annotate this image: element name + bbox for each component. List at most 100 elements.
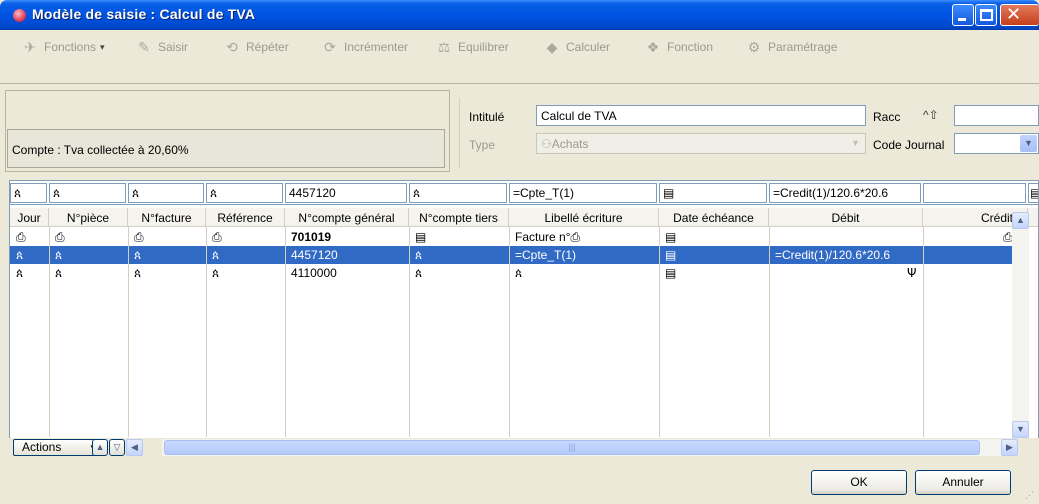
entry-grid: ጰ ጰ ጰ ጰ 4457120 ጰ =Cpte_T(1) ▤ =Credit(1…	[9, 180, 1039, 456]
toolbar-calculer-button[interactable]: ◆ Calculer	[542, 36, 610, 58]
grid-bottom-bar: Actions ▾ ▲ ▽ ◀ ||| ▶	[9, 438, 1039, 456]
column-header-debit[interactable]: Débit	[769, 208, 923, 227]
balance-icon: ⚖	[437, 38, 451, 55]
horizontal-scrollbar[interactable]: ||| ▶	[162, 439, 1018, 456]
calculator-icon: ▤	[415, 230, 427, 244]
toolbar-fonctions-button[interactable]: ✈ Fonctions ▾	[20, 36, 104, 58]
cell-libelle: =Cpte_T(1)	[515, 248, 577, 262]
function-icon: ❖	[646, 38, 660, 55]
close-button[interactable]: ✕	[1000, 4, 1039, 26]
toolbar-parametrage-button[interactable]: ⚙ Paramétrage	[744, 36, 838, 58]
actions-button[interactable]: Actions ▾	[13, 439, 100, 456]
grid-line	[509, 227, 510, 437]
cell-compte-general: 4110000	[291, 266, 337, 280]
chevron-down-icon: ▼	[1020, 135, 1037, 152]
printer-icon: ⎙	[212, 230, 222, 244]
table-row[interactable]: ጰ ጰ ጰ ጰ 4110000 ጰ ጰ ▤ Ψ	[10, 264, 1020, 282]
ok-button[interactable]: OK	[811, 470, 907, 495]
calculator-icon: ▤	[665, 248, 677, 262]
vertical-scrollbar[interactable]: ▲ ▼	[1012, 212, 1029, 438]
scroll-right-icon[interactable]: ▶	[1001, 439, 1018, 456]
type-value: Achats	[551, 137, 589, 151]
column-header-piece[interactable]: N°pièce	[49, 208, 128, 227]
toolbar-label: Fonctions	[44, 40, 97, 54]
maximize-button[interactable]	[975, 4, 997, 26]
compte-display: Compte : Tva collectée à 20,60%	[7, 129, 445, 168]
grid-line	[409, 227, 410, 437]
edit-cell-libelle[interactable]: =Cpte_T(1)	[509, 183, 657, 203]
toolbar-label: Saisir	[158, 40, 189, 54]
people-icon: ጰ	[55, 266, 63, 280]
divider	[459, 98, 460, 168]
column-header-facture[interactable]: N°facture	[128, 208, 206, 227]
edit-cell-compte-tiers[interactable]: ጰ	[409, 183, 507, 203]
column-header-compte-general[interactable]: N°compte général	[285, 208, 409, 227]
calculator-icon: ▤	[1030, 186, 1038, 200]
scroll-down-icon[interactable]: ▼	[1012, 421, 1029, 438]
edit-cell-facture[interactable]: ጰ	[128, 183, 204, 203]
cell-debit: =Credit(1)/120.6*20.6	[775, 248, 891, 262]
people-icon: ጰ	[212, 266, 220, 280]
resize-grip-icon[interactable]: ⋰	[1025, 490, 1034, 501]
people-icon: ጰ	[413, 186, 421, 200]
printer-icon: ⎙	[16, 230, 26, 244]
grid-line	[285, 227, 286, 437]
printer-icon: ⎙	[55, 230, 65, 244]
cancel-button[interactable]: Annuler	[915, 470, 1011, 495]
edit-cell-piece[interactable]: ጰ	[49, 183, 126, 203]
edit-cell-reference[interactable]: ጰ	[206, 183, 283, 203]
column-header-compte-tiers[interactable]: N°compte tiers	[409, 208, 509, 227]
table-row-selected[interactable]: ጰ ጰ ጰ ጰ 4457120 ጰ =Cpte_T(1) ▤ =Credit(1…	[10, 246, 1020, 264]
edit-cell-date[interactable]: ▤	[659, 183, 767, 203]
grid-line	[49, 227, 50, 437]
people-icon: ጰ	[132, 186, 140, 200]
column-header-libelle[interactable]: Libellé écriture	[509, 208, 659, 227]
edit-cell-credit[interactable]	[923, 183, 1026, 203]
toolbar-equilibrer-button[interactable]: ⚖ Equilibrer	[434, 36, 509, 58]
intitule-input[interactable]: Calcul de TVA	[536, 105, 866, 126]
edit-cell-compte-general[interactable]: 4457120	[285, 183, 407, 203]
column-header-jour[interactable]: Jour	[10, 208, 49, 227]
calculator-icon: ▤	[665, 266, 677, 280]
people-icon: ጰ	[16, 266, 24, 280]
toolbar-incrementer-button[interactable]: ⟳ Incrémenter	[320, 36, 408, 58]
scroll-left-icon[interactable]: ◀	[126, 439, 143, 456]
type-select: ⚇Achats ▼	[536, 133, 866, 154]
edit-cell-extra[interactable]: ▤	[1028, 183, 1038, 203]
move-down-button[interactable]: ▽	[109, 439, 125, 456]
maximize-icon	[980, 9, 993, 21]
racc-input[interactable]	[954, 105, 1039, 126]
toolbar: ✈ Fonctions ▾ ✎ Saisir ⟲ Répéter ⟳ Incrémente…	[0, 30, 1039, 84]
people-icon: ጰ	[212, 248, 220, 262]
people-icon: ጰ	[14, 186, 22, 200]
column-header-date[interactable]: Date échéance	[659, 208, 769, 227]
close-icon: ✕	[1006, 4, 1022, 25]
scroll-up-icon[interactable]: ▲	[1012, 212, 1029, 229]
cell-libelle: Facture n°⎙	[515, 230, 581, 244]
intitule-label: Intitulé	[469, 110, 505, 124]
move-up-button[interactable]: ▲	[92, 439, 108, 456]
toolbar-label: Répéter	[246, 40, 289, 54]
app-icon	[13, 9, 26, 22]
column-header-reference[interactable]: Référence	[206, 208, 285, 227]
arrow-down-icon: ▽	[113, 442, 121, 452]
toolbar-fonction-button[interactable]: ❖ Fonction	[643, 36, 713, 58]
toolbar-saisir-button[interactable]: ✎ Saisir	[134, 36, 188, 58]
people-icon: ጰ	[16, 248, 24, 262]
code-journal-select[interactable]: ▼	[954, 133, 1039, 154]
cell-compte-general: 701019	[291, 230, 332, 244]
scroll-thumb[interactable]: |||	[164, 440, 980, 455]
calculator-icon: ▤	[663, 186, 675, 200]
arrow-up-icon: ▲	[95, 442, 105, 452]
type-icon: ⚇	[541, 137, 552, 151]
people-icon: ጰ	[415, 266, 423, 280]
cell-libelle: ጰ	[511, 264, 526, 282]
toolbar-label: Calculer	[566, 40, 611, 54]
table-row[interactable]: ⎙ ⎙ ⎙ ⎙ 701019 ▤ Facture n°⎙ ▤ ⎙	[10, 228, 1020, 246]
toolbar-label: Equilibrer	[458, 40, 509, 54]
edit-row: ጰ ጰ ጰ ጰ 4457120 ጰ =Cpte_T(1) ▤ =Credit(1…	[10, 181, 1038, 205]
toolbar-repeter-button[interactable]: ⟲ Répéter	[222, 36, 289, 58]
edit-cell-debit[interactable]: =Credit(1)/120.6*20.6	[769, 183, 921, 203]
minimize-button[interactable]	[952, 4, 974, 26]
edit-cell-jour[interactable]: ጰ	[10, 183, 47, 203]
